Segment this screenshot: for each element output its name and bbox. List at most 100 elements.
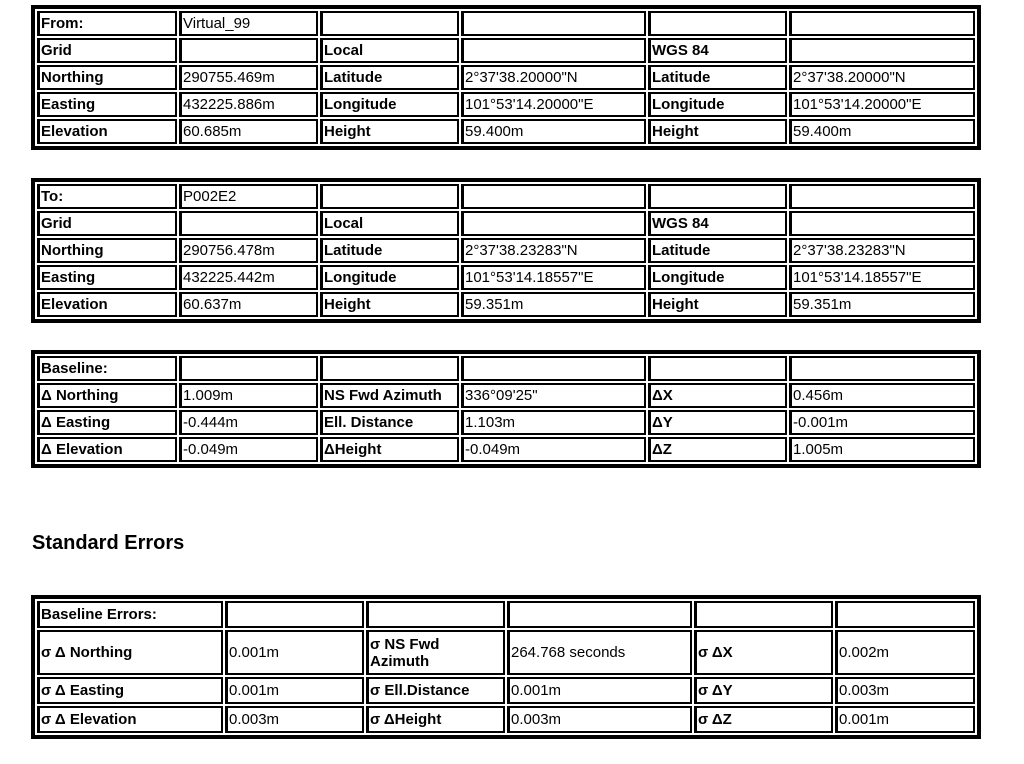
field-label-cell: σ ΔX <box>694 630 833 675</box>
field-value-cell <box>789 184 975 209</box>
field-label-cell: To: <box>37 184 177 209</box>
field-value-cell: -0.001m <box>789 410 975 435</box>
table-row: Δ Easting -0.444m Ell. Distance 1.103m ΔY -0.… <box>37 410 975 435</box>
field-value-cell: 59.351m <box>461 292 646 317</box>
field-label-cell <box>320 184 459 209</box>
field-label-cell: σ Δ Northing <box>37 630 223 675</box>
field-label-cell: NS Fwd Azimuth <box>320 383 459 408</box>
field-value-cell: 1.009m <box>179 383 318 408</box>
field-label-cell: Longitude <box>648 92 787 117</box>
field-label-cell: σ Δ Elevation <box>37 706 223 733</box>
field-label-cell: σ ΔHeight <box>366 706 505 733</box>
field-label-cell: ΔHeight <box>320 437 459 462</box>
field-value-cell: 264.768 seconds <box>507 630 692 675</box>
field-label-cell <box>320 11 459 36</box>
field-label-cell: σ ΔZ <box>694 706 833 733</box>
field-label-cell: Elevation <box>37 119 177 144</box>
field-value-cell: Virtual_99 <box>179 11 318 36</box>
field-label-cell: Height <box>320 119 459 144</box>
field-label-cell: Grid <box>37 211 177 236</box>
field-value-cell <box>789 38 975 63</box>
table-row: To: P002E2 <box>37 184 975 209</box>
field-value-cell: 0.003m <box>835 677 975 704</box>
field-value-cell: 0.002m <box>835 630 975 675</box>
field-value-cell <box>789 211 975 236</box>
field-value-cell: 2°37'38.23283"N <box>461 238 646 263</box>
field-value-cell: 432225.442m <box>179 265 318 290</box>
table-row: From: Virtual_99 <box>37 11 975 36</box>
field-value-cell: 0.001m <box>835 706 975 733</box>
field-label-cell: Longitude <box>648 265 787 290</box>
field-value-cell: -0.049m <box>179 437 318 462</box>
field-value-cell: 336°09'25" <box>461 383 646 408</box>
table-row: Northing 290755.469m Latitude 2°37'38.20000… <box>37 65 975 90</box>
field-label-cell: σ Δ Easting <box>37 677 223 704</box>
table-row: σ Δ Easting 0.001m σ Ell.Distance 0.001m σ Δ… <box>37 677 975 704</box>
field-value-cell <box>789 356 975 381</box>
table-row: Northing 290756.478m Latitude 2°37'38.23283… <box>37 238 975 263</box>
table-row: σ Δ Northing 0.001m σ NS Fwd Azimuth 264.76… <box>37 630 975 675</box>
from-point-table: From: Virtual_99 Grid Local WGS 84 Northing 29… <box>31 5 981 150</box>
field-label-cell: Easting <box>37 92 177 117</box>
field-label-cell: Latitude <box>648 238 787 263</box>
field-value-cell: 290756.478m <box>179 238 318 263</box>
table-row: Elevation 60.637m Height 59.351m Height 59.35… <box>37 292 975 317</box>
baseline-table: Baseline: Δ Northing 1.009m NS Fwd Azimuth 3… <box>31 350 981 468</box>
field-value-cell <box>835 601 975 628</box>
field-label-cell: Latitude <box>320 65 459 90</box>
field-value-cell: 2°37'38.23283"N <box>789 238 975 263</box>
field-label-cell: Height <box>648 119 787 144</box>
field-value-cell: -0.444m <box>179 410 318 435</box>
field-value-cell <box>461 11 646 36</box>
field-label-cell <box>648 11 787 36</box>
field-label-cell: Height <box>320 292 459 317</box>
field-value-cell: 59.400m <box>461 119 646 144</box>
table-row: Easting 432225.886m Longitude 101°53'14.200… <box>37 92 975 117</box>
field-label-cell: Baseline Errors: <box>37 601 223 628</box>
field-label-cell: Height <box>648 292 787 317</box>
field-value-cell <box>461 211 646 236</box>
field-value-cell: 0.001m <box>225 677 364 704</box>
field-value-cell: 0.456m <box>789 383 975 408</box>
table-row: Δ Northing 1.009m NS Fwd Azimuth 336°09'25"… <box>37 383 975 408</box>
field-value-cell: 0.001m <box>225 630 364 675</box>
field-value-cell: 2°37'38.20000"N <box>461 65 646 90</box>
field-value-cell <box>179 38 318 63</box>
field-label-cell: ΔZ <box>648 437 787 462</box>
field-label-cell: Δ Elevation <box>37 437 177 462</box>
table-row: Δ Elevation -0.049m ΔHeight -0.049m ΔZ 1.005m <box>37 437 975 462</box>
field-value-cell: 0.001m <box>507 677 692 704</box>
to-point-table: To: P002E2 Grid Local WGS 84 Northing 290756.4… <box>31 178 981 323</box>
field-label-cell: σ NS Fwd Azimuth <box>366 630 505 675</box>
table-row: Easting 432225.442m Longitude 101°53'14.185… <box>37 265 975 290</box>
field-label-cell: WGS 84 <box>648 38 787 63</box>
field-value-cell <box>507 601 692 628</box>
field-label-cell <box>694 601 833 628</box>
field-value-cell: 60.637m <box>179 292 318 317</box>
field-label-cell: Latitude <box>648 65 787 90</box>
table-row: Grid Local WGS 84 <box>37 38 975 63</box>
field-label-cell: From: <box>37 11 177 36</box>
field-label-cell: Longitude <box>320 92 459 117</box>
field-value-cell: 0.003m <box>225 706 364 733</box>
field-label-cell: Ell. Distance <box>320 410 459 435</box>
table-row: Elevation 60.685m Height 59.400m Height 59.40… <box>37 119 975 144</box>
field-label-cell: Grid <box>37 38 177 63</box>
field-label-cell <box>648 356 787 381</box>
field-value-cell: 101°53'14.20000"E <box>789 92 975 117</box>
field-label-cell <box>320 356 459 381</box>
field-value-cell: -0.049m <box>461 437 646 462</box>
table-row: Grid Local WGS 84 <box>37 211 975 236</box>
table-row: σ Δ Elevation 0.003m σ ΔHeight 0.003m σ ΔZ 0.… <box>37 706 975 733</box>
field-label-cell: Local <box>320 211 459 236</box>
field-value-cell: 290755.469m <box>179 65 318 90</box>
field-label-cell: Δ Northing <box>37 383 177 408</box>
field-value-cell <box>179 211 318 236</box>
field-label-cell: Elevation <box>37 292 177 317</box>
field-value-cell: 1.103m <box>461 410 646 435</box>
field-value-cell: 101°53'14.20000"E <box>461 92 646 117</box>
field-label-cell <box>648 184 787 209</box>
field-value-cell <box>461 38 646 63</box>
field-label-cell: σ Ell.Distance <box>366 677 505 704</box>
field-value-cell <box>179 356 318 381</box>
